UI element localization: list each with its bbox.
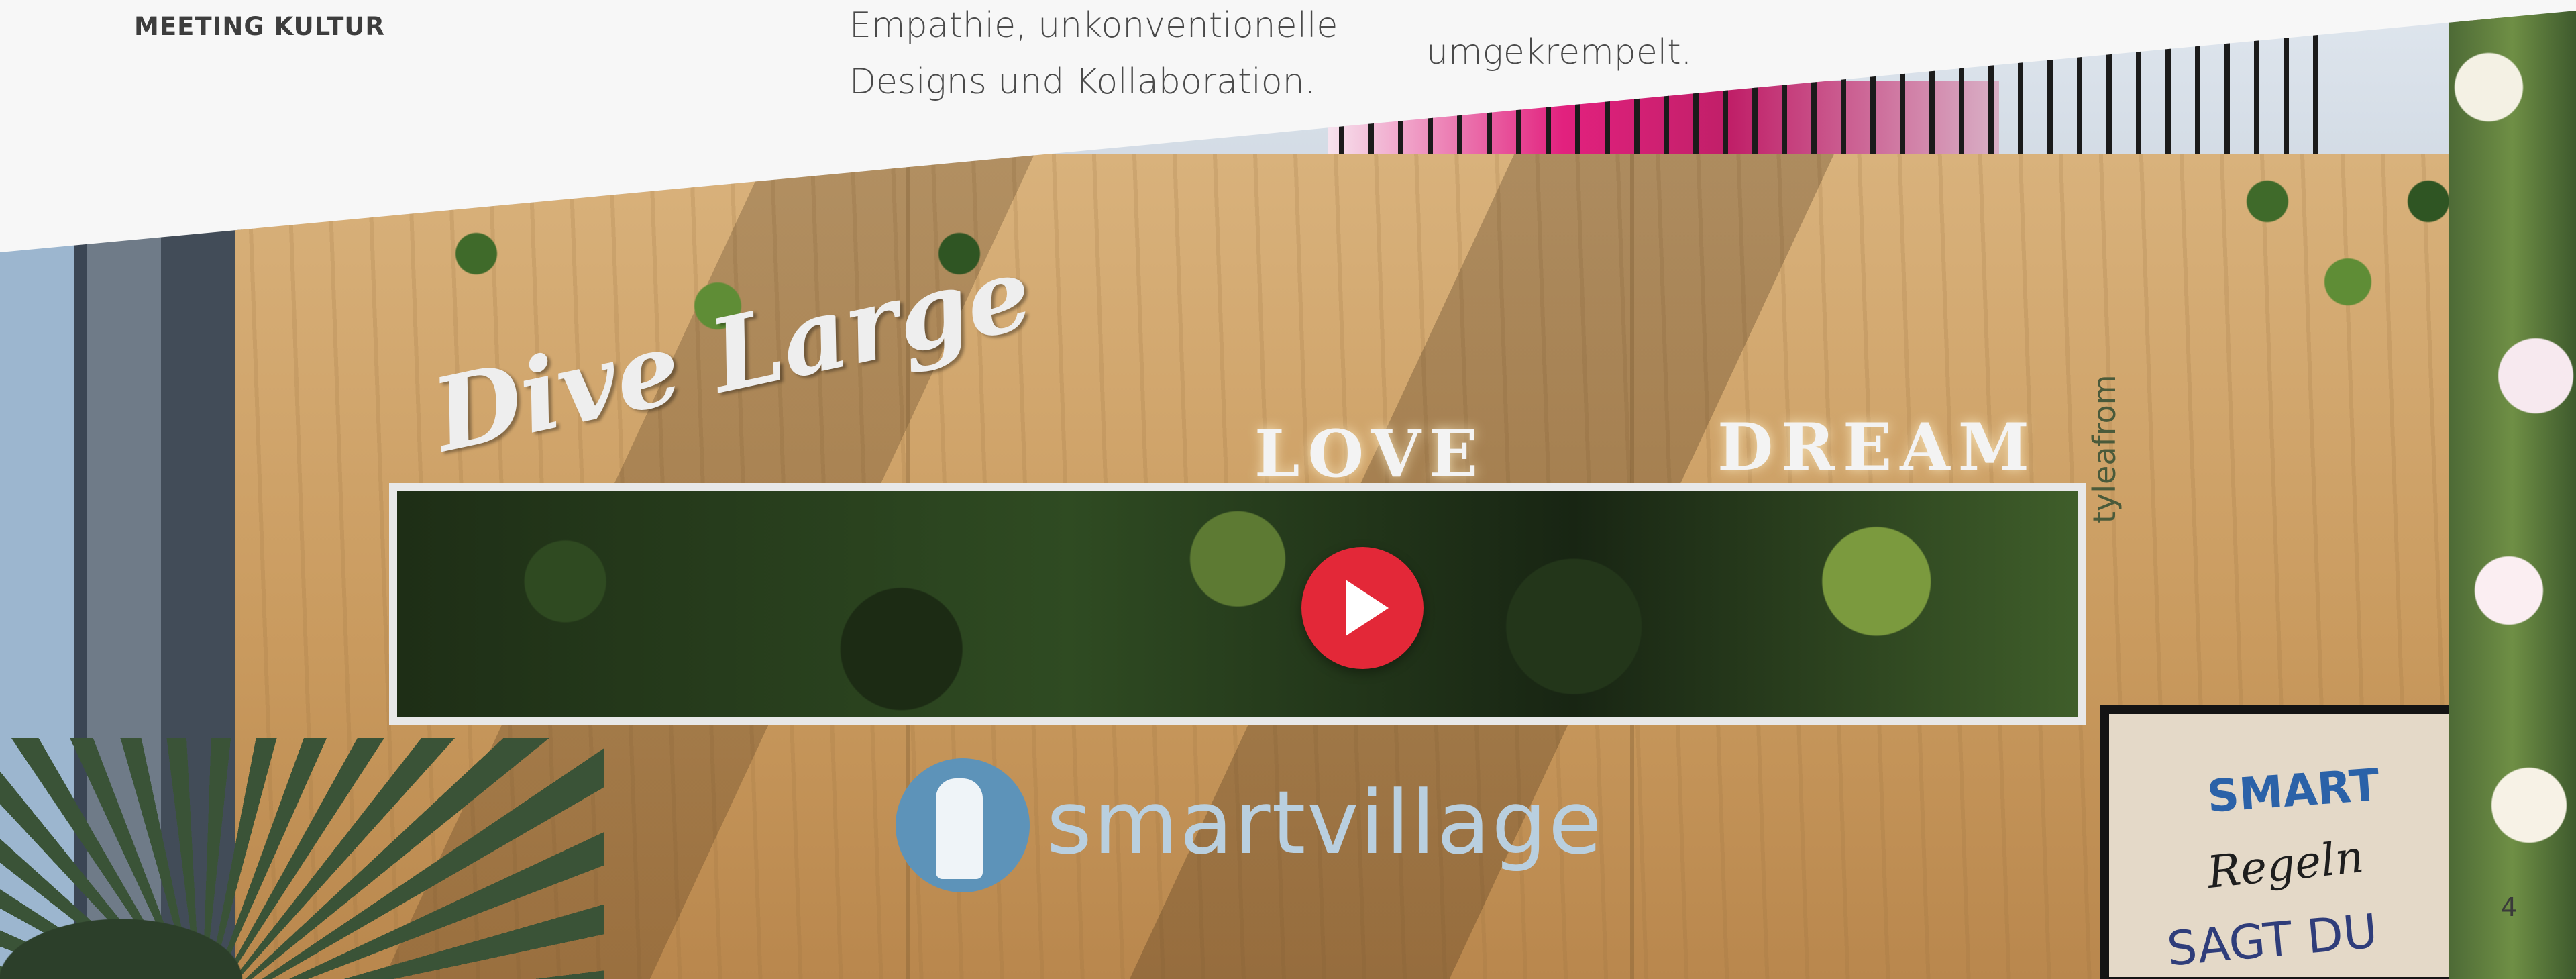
section-label: MEETING KULTUR [134, 12, 385, 41]
intro-text-line: umgekrempelt. [1426, 32, 1693, 72]
play-button[interactable] [1301, 547, 1424, 669]
intro-text-line: Empathie, unkonventionelle [849, 5, 1338, 46]
green-wall-planter [389, 483, 2086, 725]
climber-figure-icon [936, 778, 983, 879]
palm-plant [0, 738, 604, 979]
play-icon [1346, 580, 1389, 636]
love-sign: LOVE [1254, 416, 1487, 492]
intro-text-column-b: . umgekrempelt. [1426, 0, 1692, 81]
page-number: 4 [2501, 892, 2518, 922]
ivy-plants [2214, 121, 2482, 389]
flower-garland [2449, 11, 2576, 979]
smartvillage-logo-text: smartvillage [1046, 772, 1603, 874]
intro-text-line: Designs und Kollaboration. [849, 62, 1316, 102]
vertical-brand-text: tyleafrom [2086, 374, 2123, 523]
dream-sign: DREAM [1717, 409, 2037, 485]
intro-text-column-a: Empathie, unkonventionelle Designs und K… [849, 0, 1338, 110]
